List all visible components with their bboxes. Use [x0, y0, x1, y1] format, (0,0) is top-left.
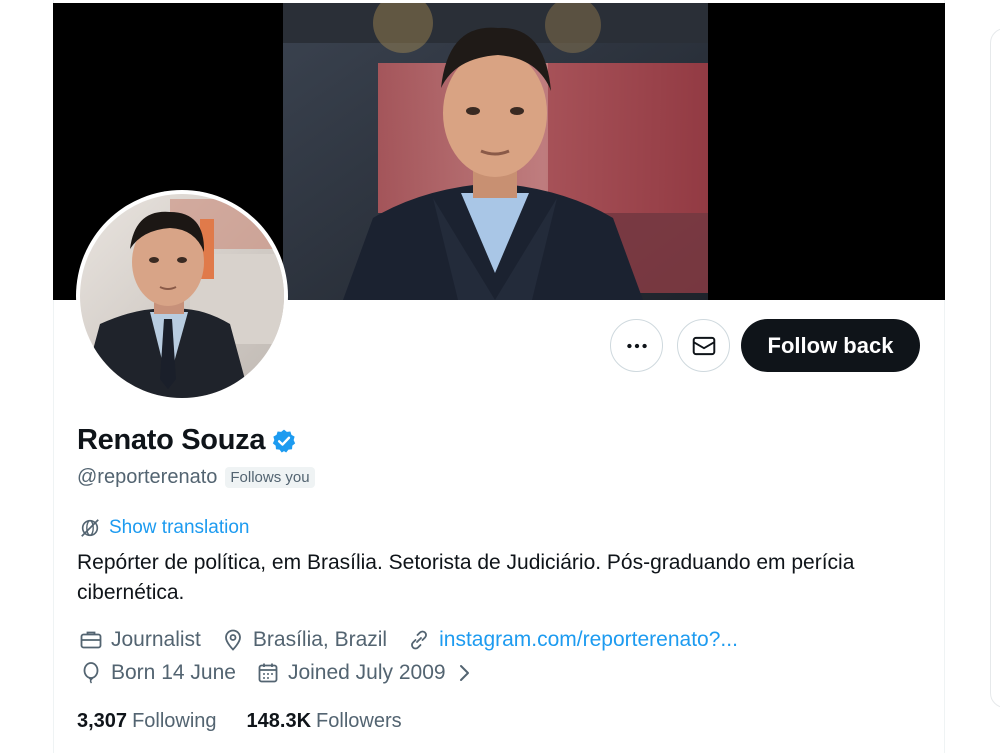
profile-meta-row-1: Journalist Brasília, Brazil instagram.co…	[79, 628, 758, 652]
left-gutter	[0, 0, 53, 753]
more-options-button[interactable]	[610, 319, 663, 372]
joined-item[interactable]: Joined July 2009	[256, 661, 484, 685]
avatar-photo	[80, 194, 284, 398]
birthday-item: Born 14 June	[79, 661, 236, 685]
globe-slash-icon	[81, 519, 99, 537]
display-name: Renato Souza	[77, 424, 266, 456]
message-button[interactable]	[677, 319, 730, 372]
following-label: Following	[132, 710, 217, 732]
calendar-icon	[258, 663, 278, 683]
more-horizontal-icon	[626, 343, 647, 348]
following-link[interactable]: 3,307 Following	[77, 710, 217, 733]
website-item[interactable]: instagram.com/reporterenato?...	[407, 628, 738, 652]
birthday-label: Born 14 June	[111, 661, 236, 684]
handle-row: @reporterenato Follows you	[77, 466, 315, 489]
profession-label: Journalist	[111, 628, 201, 651]
name-row: Renato Souza	[77, 424, 297, 457]
balloon-icon	[83, 662, 99, 684]
briefcase-icon	[80, 631, 102, 649]
follow-stats: 3,307 Following 148.3K Followers	[77, 710, 432, 733]
website-link[interactable]: instagram.com/reporterenato?...	[439, 628, 738, 652]
profile-avatar[interactable]	[76, 190, 288, 402]
banner-photo	[283, 3, 708, 300]
followers-count: 148.3K	[246, 710, 312, 732]
chevron-right-icon	[459, 665, 469, 681]
envelope-icon	[692, 336, 715, 355]
show-translation-label: Show translation	[109, 517, 250, 538]
verified-badge-icon[interactable]	[271, 428, 297, 454]
joined-label: Joined July 2009	[287, 661, 446, 684]
right-sidebar-panel	[990, 28, 1000, 708]
show-translation-link[interactable]: Show translation	[79, 517, 249, 539]
followers-label: Followers	[316, 710, 402, 732]
following-count: 3,307	[77, 710, 128, 732]
profile-bio: Repórter de política, em Brasília. Setor…	[77, 551, 855, 604]
profession-item: Journalist	[79, 628, 201, 652]
follow-back-button[interactable]: Follow back	[741, 319, 920, 372]
user-handle: @reporterenato	[77, 466, 218, 488]
followers-link[interactable]: 148.3K Followers	[247, 710, 402, 733]
profile-meta-row-2: Born 14 June Joined July 2009	[79, 661, 504, 685]
location-label: Brasília, Brazil	[252, 628, 388, 651]
location-item: Brasília, Brazil	[221, 628, 387, 652]
location-pin-icon	[224, 629, 241, 651]
link-icon	[411, 630, 428, 650]
follows-you-badge: Follows you	[225, 467, 315, 488]
